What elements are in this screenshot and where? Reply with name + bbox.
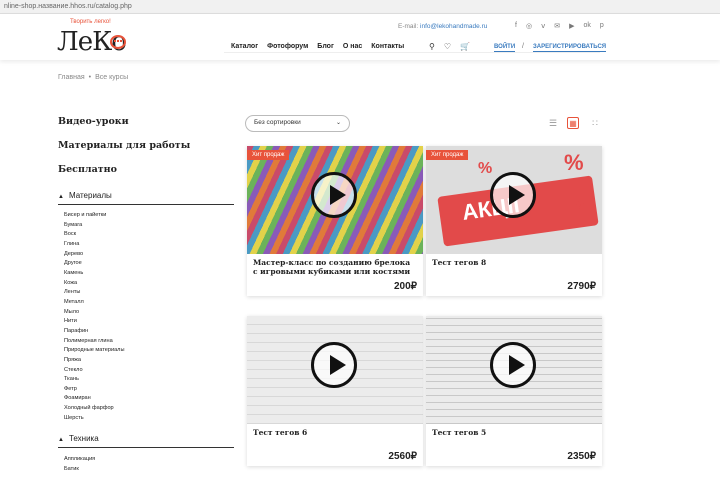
odnoklassniki-icon[interactable]: ok <box>583 22 590 30</box>
filter-item[interactable]: Нити <box>64 317 124 327</box>
filter-item[interactable]: Воск <box>64 230 124 240</box>
filter-item[interactable]: Стекло <box>64 366 124 376</box>
play-icon[interactable] <box>490 342 536 388</box>
sidebar-category-video[interactable]: Видео-уроки <box>58 116 129 127</box>
main-nav: Каталог Фотофорум Блог О нас Контакты <box>231 43 404 50</box>
grid-view-icon[interactable]: ▦ <box>567 117 579 129</box>
filter-item[interactable]: Кожа <box>64 279 124 289</box>
filter-item[interactable]: Природные материалы <box>64 346 124 356</box>
product-price: 2790₽ <box>567 281 596 292</box>
product-price: 2350₽ <box>567 451 596 462</box>
materials-title: Материалы <box>68 191 112 200</box>
email-label: E-mail: <box>398 23 419 30</box>
logo-bubble-icon <box>110 35 126 49</box>
heart-icon[interactable]: ♡ <box>444 42 451 51</box>
filter-item[interactable]: Камень <box>64 269 124 279</box>
product-card[interactable]: Хит продаж Мастер-класс по созданию брел… <box>247 146 423 296</box>
play-icon[interactable] <box>490 172 536 218</box>
search-icon[interactable]: ⚲ <box>429 42 435 51</box>
email-link[interactable]: info@lekohandmade.ru <box>420 23 487 30</box>
filter-item[interactable]: Глина <box>64 240 124 250</box>
percent-mark: % <box>564 150 584 175</box>
chevron-down-icon: ⌄ <box>335 120 341 126</box>
filter-item[interactable]: Ткань <box>64 375 124 385</box>
vk-icon[interactable]: ⅴ <box>541 22 545 30</box>
instagram-icon[interactable]: ◎ <box>526 22 532 30</box>
product-title[interactable]: Тест тегов 8 <box>432 258 596 267</box>
breadcrumb-home[interactable]: Главная <box>58 74 85 81</box>
breadcrumb-separator: • <box>88 74 92 81</box>
filter-item[interactable]: Полимерная глина <box>64 337 124 347</box>
facebook-icon[interactable]: f <box>515 22 517 30</box>
product-card[interactable]: Тест тегов 6 2560₽ <box>247 316 423 466</box>
hit-badge: Хит продаж <box>247 150 290 160</box>
compact-grid-icon[interactable]: ∷ <box>589 117 601 129</box>
site-header: Творить легко! ЛеКо E-mail: info@lekohan… <box>0 14 720 60</box>
filter-item[interactable]: Бисер и пайетки <box>64 211 124 221</box>
sort-label: Без сортировки <box>254 119 301 126</box>
header-tools: ⚲ ♡ 🛒 <box>429 42 470 51</box>
slogan: Творить легко! <box>70 19 111 25</box>
filter-item[interactable]: Мыло <box>64 308 124 318</box>
product-card[interactable]: Тест тегов 5 2350₽ <box>426 316 602 466</box>
pinterest-icon[interactable]: p <box>600 22 604 30</box>
triangle-down-icon: ▲ <box>58 194 64 200</box>
contact-email: E-mail: info@lekohandmade.ru <box>398 23 487 30</box>
social-links: f ◎ ⅴ ✉ ▶ ok p <box>515 22 604 30</box>
product-card[interactable]: АКЦІЇ % % % Хит продаж Тест тегов 8 2790… <box>426 146 602 296</box>
filter-item[interactable]: Дерево <box>64 250 124 260</box>
list-view-icon[interactable]: ☰ <box>547 117 559 129</box>
filter-item[interactable]: Ленты <box>64 288 124 298</box>
register-link[interactable]: Зарегистрироваться <box>533 44 607 52</box>
percent-mark: % <box>478 160 493 177</box>
materials-list: Бисер и пайетки Бумага Воск Глина Дерево Друг… <box>64 211 124 423</box>
nav-photoforum[interactable]: Фотофорум <box>267 43 308 50</box>
sidebar-category-materials[interactable]: Материалы для работы <box>58 140 190 151</box>
auth-separator: / <box>522 43 524 50</box>
filter-item[interactable]: Бумага <box>64 221 124 231</box>
product-title[interactable]: Тест тегов 6 <box>253 428 417 437</box>
product-price: 2560₽ <box>388 451 417 462</box>
breadcrumb-current: Все курсы <box>95 74 129 81</box>
triangle-up-icon: ▲ <box>58 437 64 443</box>
filter-item[interactable]: Аппликация <box>64 455 95 465</box>
technique-title: Техника <box>68 434 99 443</box>
technique-list: Аппликация Батик <box>64 455 95 474</box>
product-title[interactable]: Тест тегов 5 <box>432 428 596 437</box>
filter-item[interactable]: Фоамиран <box>64 394 124 404</box>
filter-item[interactable]: Шерсть <box>64 414 124 424</box>
cart-icon[interactable]: 🛒 <box>460 42 470 51</box>
sidebar-category-free[interactable]: Бесплатно <box>58 164 117 175</box>
product-title[interactable]: Мастер-класс по созданию брелока с игров… <box>253 258 417 276</box>
hit-badge: Хит продаж <box>426 150 469 160</box>
url-text: nline-shop.название.hhos.ru/catalog.php <box>4 3 132 10</box>
filter-item[interactable]: Пряжа <box>64 356 124 366</box>
play-icon[interactable] <box>311 342 357 388</box>
sort-select[interactable]: Без сортировки ⌄ <box>245 115 350 132</box>
mail-icon[interactable]: ✉ <box>554 22 560 30</box>
browser-address-bar[interactable]: nline-shop.название.hhos.ru/catalog.php <box>0 0 720 14</box>
filter-item[interactable]: Металл <box>64 298 124 308</box>
materials-filter-header[interactable]: ▲ Материалы <box>58 191 234 205</box>
technique-filter-header[interactable]: ▲ Техника <box>58 434 234 448</box>
filter-item[interactable]: Фетр <box>64 385 124 395</box>
login-link[interactable]: Войти <box>494 44 516 52</box>
nav-blog[interactable]: Блог <box>317 43 334 50</box>
filter-item[interactable]: Парафин <box>64 327 124 337</box>
play-icon[interactable] <box>311 172 357 218</box>
product-price: 200₽ <box>393 281 417 292</box>
breadcrumb: Главная • Все курсы <box>58 74 128 81</box>
nav-contacts[interactable]: Контакты <box>371 43 404 50</box>
nav-about[interactable]: О нас <box>343 43 362 50</box>
youtube-icon[interactable]: ▶ <box>569 22 574 30</box>
filter-item[interactable]: Холодный фарфор <box>64 404 124 414</box>
percent-mark: % <box>576 198 587 212</box>
filter-item[interactable]: Другое <box>64 259 124 269</box>
nav-divider <box>224 52 600 53</box>
nav-catalog[interactable]: Каталог <box>231 43 258 50</box>
filter-item[interactable]: Батик <box>64 465 95 475</box>
